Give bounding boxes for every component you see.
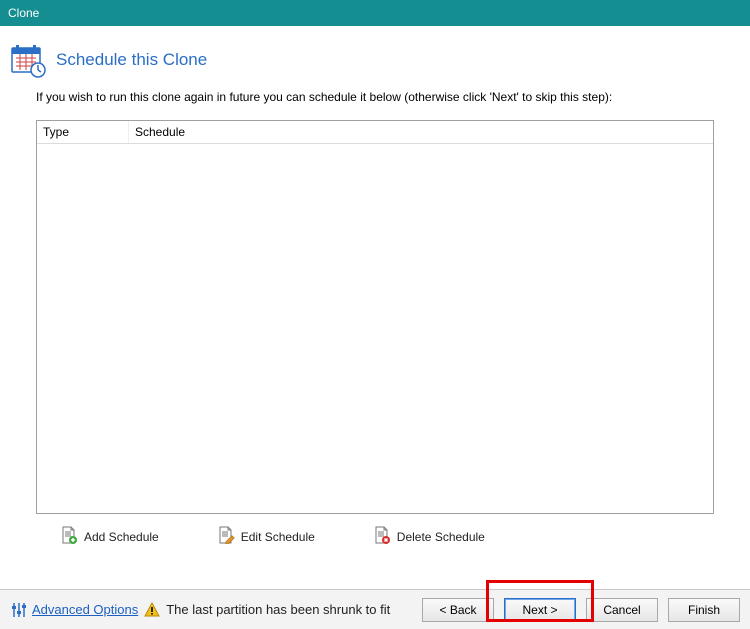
back-button[interactable]: < Back [422,598,494,622]
delete-schedule-label: Delete Schedule [397,530,485,544]
schedule-table: Type Schedule [36,120,714,514]
page-header: Schedule this Clone [0,26,750,90]
status-text: The last partition has been shrunk to fi… [166,602,390,617]
table-header: Type Schedule [37,121,713,144]
calendar-schedule-icon [10,42,46,78]
add-schedule-button[interactable]: Add Schedule [56,524,163,549]
document-add-icon [60,526,78,547]
cancel-button[interactable]: Cancel [586,598,658,622]
wizard-footer: Advanced Options The last partition has … [0,589,750,629]
document-delete-icon [373,526,391,547]
edit-schedule-label: Edit Schedule [241,530,315,544]
next-button[interactable]: Next > [504,598,576,622]
delete-schedule-button[interactable]: Delete Schedule [369,524,489,549]
column-header-schedule[interactable]: Schedule [129,121,713,143]
add-schedule-label: Add Schedule [84,530,159,544]
page-description: If you wish to run this clone again in f… [0,90,750,114]
finish-button[interactable]: Finish [668,598,740,622]
wizard-buttons: < Back Next > Cancel Finish [422,598,740,622]
page-title: Schedule this Clone [56,50,207,70]
advanced-options-link[interactable]: Advanced Options [32,602,138,617]
window-title: Clone [8,6,39,20]
edit-schedule-button[interactable]: Edit Schedule [213,524,319,549]
document-edit-icon [217,526,235,547]
window-titlebar: Clone [0,0,750,26]
schedule-actions: Add Schedule Edit Schedule [0,514,750,559]
column-header-type[interactable]: Type [37,121,129,143]
sliders-icon [10,601,28,619]
warning-icon [144,602,160,618]
